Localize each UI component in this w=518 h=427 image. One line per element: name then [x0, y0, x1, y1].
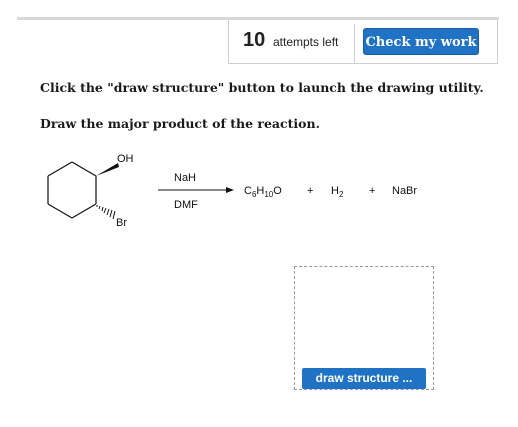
reaction-scheme: OH Br NaH DMF C6H10O + H2 + NaBr	[47, 153, 417, 229]
product-nabr: NaBr	[392, 185, 417, 197]
product-h2: H2	[331, 185, 344, 199]
hashed-bond-br	[96, 205, 116, 220]
cyclohexane-ring	[47, 161, 97, 219]
wedge-bond-oh	[96, 163, 119, 176]
br-label: Br	[116, 217, 127, 229]
reagent-nah: NaH	[174, 172, 196, 184]
plus-sign-1: +	[307, 185, 313, 197]
draw-structure-button[interactable]: draw structure ...	[302, 368, 426, 389]
reaction-arrow	[158, 187, 234, 193]
oh-label: OH	[117, 153, 134, 165]
product-formula: C6H10O	[244, 185, 282, 199]
plus-sign-2: +	[369, 185, 375, 197]
reagent-dmf: DMF	[174, 199, 198, 211]
drawing-area[interactable]: draw structure ...	[294, 266, 434, 390]
